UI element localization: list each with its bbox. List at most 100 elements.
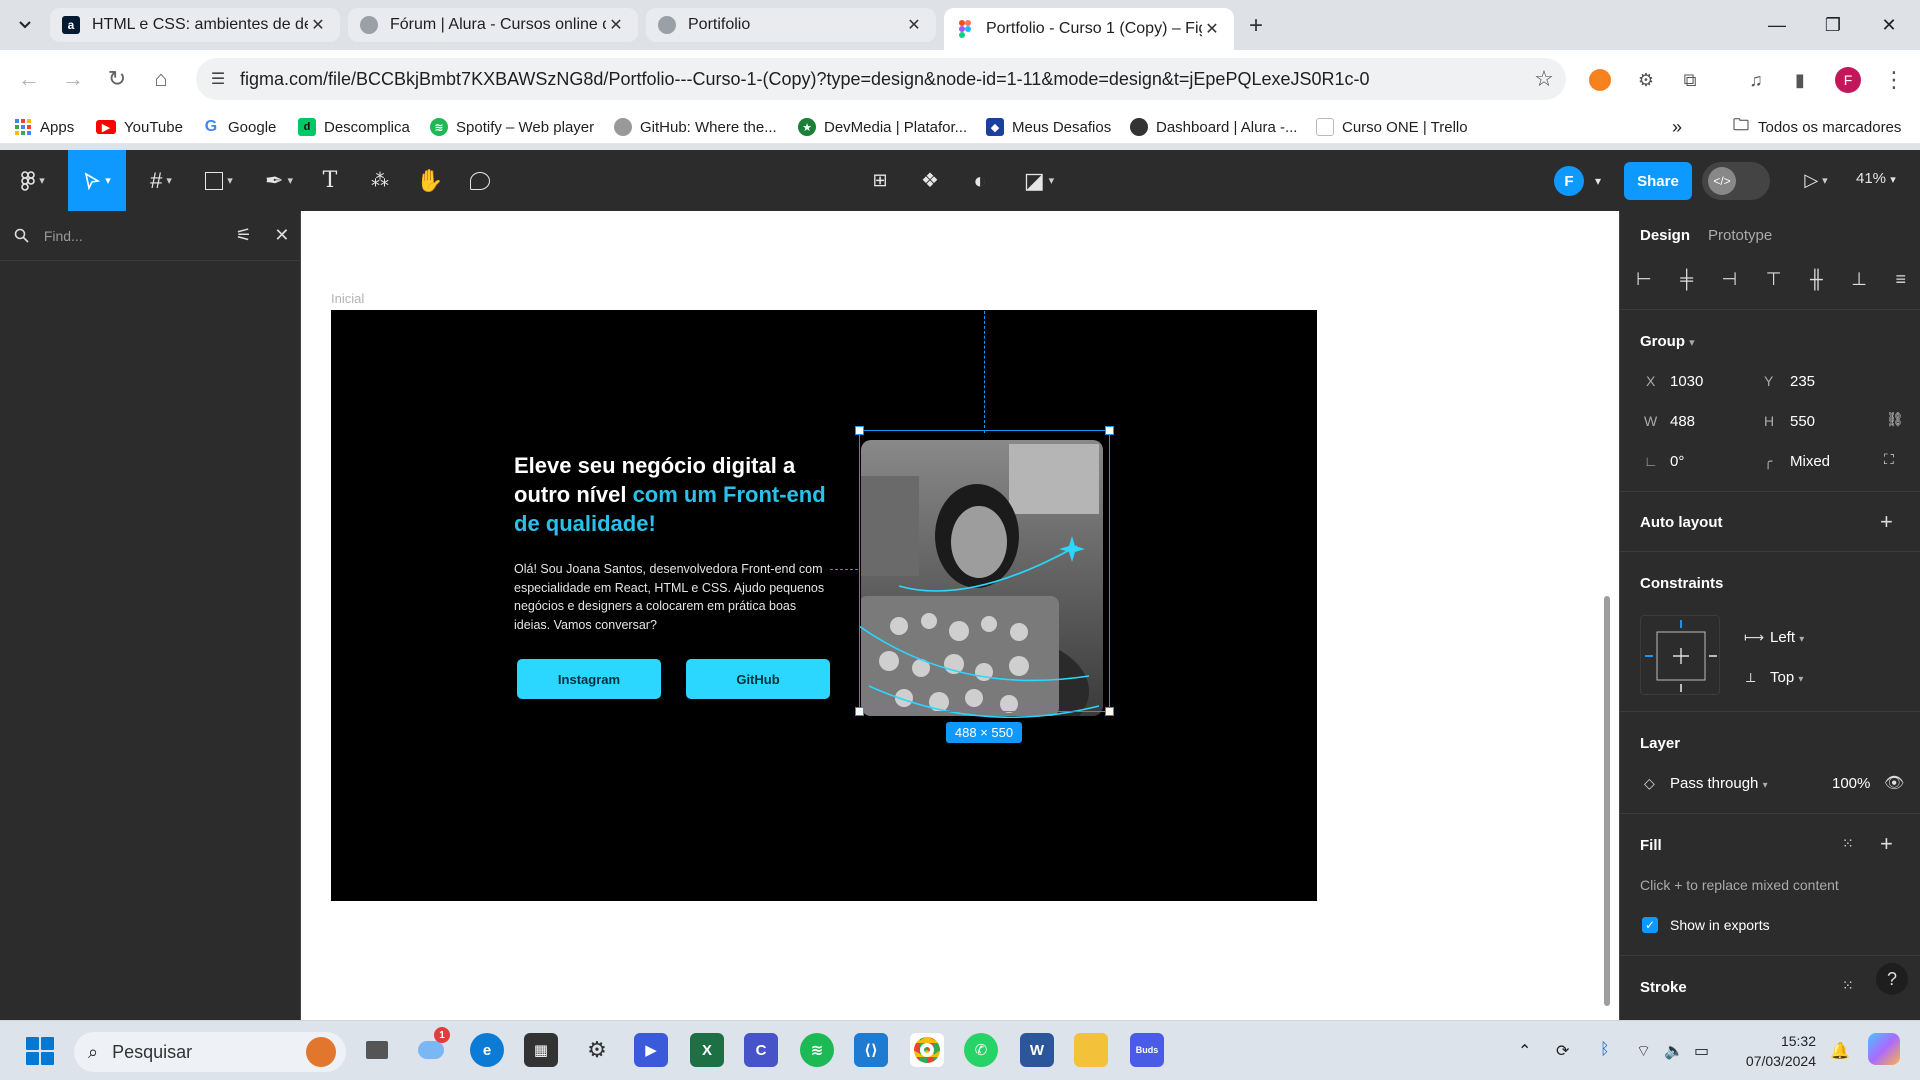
frame-tool-button[interactable]: # ▾ <box>138 150 184 211</box>
tab-search-button[interactable] <box>12 12 38 38</box>
bookmark-descomplica[interactable]: d Descomplica <box>298 116 410 138</box>
more-bookmarks-chevron-icon[interactable]: » <box>1672 116 1682 138</box>
reload-button[interactable]: ↻ <box>102 64 132 94</box>
wifi-icon[interactable]: ⌔ <box>1636 1041 1651 1061</box>
tab-forum-alura[interactable]: Fórum | Alura - Cursos online d ✕ <box>348 8 638 42</box>
collaborator-avatar[interactable]: F <box>1554 166 1584 196</box>
tab-alura-html[interactable]: a HTML e CSS: ambientes de des ✕ <box>50 8 340 42</box>
whatsapp-icon[interactable]: ✆ <box>964 1033 998 1067</box>
taskbar-search[interactable]: ⌕ Pesquisar <box>74 1032 346 1072</box>
copilot-icon[interactable]: ▶ <box>634 1033 668 1067</box>
boolean-ops-button[interactable]: ◪ ▾ <box>1014 150 1064 211</box>
align-right-icon[interactable]: ⊣ <box>1722 269 1738 290</box>
present-button[interactable]: ▷ ▾ <box>1796 150 1836 211</box>
tab-design[interactable]: Design <box>1640 227 1690 244</box>
settings-gear-icon[interactable]: ⚙ <box>580 1033 614 1067</box>
resources-button[interactable]: ⁂ <box>364 150 396 211</box>
hand-tool-button[interactable]: ✋ <box>414 150 446 211</box>
excel-icon[interactable]: X <box>690 1033 724 1067</box>
move-tool-button[interactable]: ▾ <box>68 150 126 211</box>
constrain-proportions-icon[interactable]: ⛓ <box>1886 411 1904 428</box>
resize-handle-bottom-right[interactable] <box>1105 707 1114 716</box>
notifications-bell-icon[interactable]: 🔔 <box>1830 1041 1850 1061</box>
bookmark-youtube[interactable]: ▶ YouTube <box>96 116 183 138</box>
group-section-title[interactable]: Group ▾ <box>1640 333 1695 350</box>
find-input[interactable] <box>43 227 225 244</box>
extension-gear-icon[interactable]: ⚙ <box>1632 66 1660 94</box>
dev-mode-toggle[interactable]: </> <box>1702 162 1770 200</box>
help-button[interactable]: ? <box>1876 963 1908 995</box>
resize-handle-top-right[interactable] <box>1105 426 1114 435</box>
text-tool-button[interactable]: T <box>314 150 346 211</box>
constraint-horizontal-select[interactable]: Left ▾ <box>1770 629 1804 646</box>
align-top-icon[interactable]: ⊤ <box>1766 269 1782 290</box>
close-icon[interactable]: ✕ <box>606 15 626 35</box>
close-icon[interactable]: ✕ <box>308 15 328 35</box>
store-icon[interactable]: ▦ <box>524 1033 558 1067</box>
independent-corners-icon[interactable]: ⛶ <box>1884 451 1894 468</box>
tab-figma-portfolio[interactable]: Portfolio - Curso 1 (Copy) – Fig ✕ <box>944 8 1234 50</box>
bookmark-dashboard-alura[interactable]: Dashboard | Alura -... <box>1130 116 1297 138</box>
design-canvas[interactable]: Inicial Eleve seu negócio digital a outr… <box>301 211 1619 1020</box>
vscode-icon[interactable]: ⟨⟩ <box>854 1033 888 1067</box>
close-window-button[interactable]: ✕ <box>1866 10 1912 40</box>
multiplayer-dropdown[interactable]: ▾ <box>1588 150 1608 211</box>
edge-icon[interactable]: e <box>470 1033 504 1067</box>
constraints-widget[interactable] <box>1640 615 1720 695</box>
word-icon[interactable]: W <box>1020 1033 1054 1067</box>
distribute-icon[interactable]: ≡ <box>1895 269 1906 290</box>
styles-grid-icon[interactable]: ⁙ <box>1842 835 1854 852</box>
media-controls-icon[interactable]: ♫ <box>1742 66 1770 94</box>
align-center-v-icon[interactable]: ╫ <box>1810 269 1823 290</box>
sync-icon[interactable]: ⟳ <box>1556 1041 1569 1061</box>
url-text[interactable]: figma.com/file/BCCBkjBmbt7KXBAWSzNG8d/Po… <box>240 69 1522 90</box>
weather-widget-icon[interactable]: 1 <box>414 1027 450 1067</box>
close-icon[interactable]: ✕ <box>1202 19 1222 39</box>
mask-button[interactable]: ◐ <box>964 150 996 211</box>
volume-icon[interactable]: 🔈 <box>1664 1041 1684 1061</box>
app-c-icon[interactable]: C <box>744 1033 778 1067</box>
close-icon[interactable]: ✕ <box>263 225 301 246</box>
address-bar[interactable]: ☰ figma.com/file/BCCBkjBmbt7KXBAWSzNG8d/… <box>196 58 1566 100</box>
add-fill-plus-icon[interactable]: + <box>1880 831 1893 857</box>
minimize-button[interactable]: — <box>1754 10 1800 40</box>
comment-tool-button[interactable] <box>464 150 496 211</box>
zoom-level[interactable]: 41% ▾ <box>1856 170 1896 187</box>
bookmark-spotify[interactable]: ≋ Spotify – Web player <box>430 116 594 138</box>
height-field[interactable]: 550 <box>1790 413 1815 430</box>
chrome-menu-icon[interactable]: ⋮ <box>1880 66 1908 94</box>
constraint-vertical-select[interactable]: Top ▾ <box>1770 669 1803 686</box>
copilot-color-icon[interactable] <box>1868 1033 1900 1065</box>
hero-headline[interactable]: Eleve seu negócio digital a outro nível … <box>514 451 854 538</box>
pen-tool-button[interactable]: ✒ ▾ <box>256 150 302 211</box>
all-bookmarks-folder[interactable]: 🗀 Todos os marcadores <box>1732 116 1901 138</box>
create-component-button[interactable]: ❖ <box>914 150 946 211</box>
bluetooth-icon[interactable]: ᛒ <box>1600 1041 1610 1059</box>
styles-grid-icon[interactable]: ⁙ <box>1842 977 1854 994</box>
x-field[interactable]: 1030 <box>1670 373 1703 390</box>
show-hidden-icons-chevron-icon[interactable]: ⌃ <box>1518 1041 1531 1061</box>
bookmark-github[interactable]: GitHub: Where the... <box>614 116 777 138</box>
shape-tool-button[interactable]: ▾ <box>196 150 242 211</box>
task-view-icon[interactable] <box>360 1033 394 1067</box>
hero-bio-text[interactable]: Olá! Sou Joana Santos, desenvolvedora Fr… <box>514 560 834 634</box>
home-button[interactable]: ⌂ <box>146 64 176 94</box>
component-grid-button[interactable]: ⊞ <box>864 150 896 211</box>
new-tab-button[interactable]: + <box>1240 10 1272 42</box>
blend-mode-select[interactable]: Pass through ▾ <box>1670 775 1768 792</box>
bookmark-trello[interactable]: Curso ONE | Trello <box>1316 116 1468 138</box>
align-bottom-icon[interactable]: ⊥ <box>1851 269 1867 290</box>
bookmark-google[interactable]: G Google <box>202 116 277 138</box>
forward-button[interactable]: → <box>58 64 88 94</box>
instagram-button[interactable]: Instagram <box>517 659 661 699</box>
battery-icon[interactable]: ▭ <box>1694 1041 1709 1061</box>
align-left-icon[interactable]: ⊢ <box>1636 269 1652 290</box>
extension-orange-icon[interactable] <box>1586 66 1614 94</box>
close-icon[interactable]: ✕ <box>904 15 924 35</box>
canvas-scrollbar[interactable] <box>1604 596 1610 1006</box>
bookmark-meus-desafios[interactable]: ◆ Meus Desafios <box>986 116 1111 138</box>
spotify-icon[interactable]: ≋ <box>800 1033 834 1067</box>
filter-sliders-icon[interactable]: ⚟ <box>225 225 263 246</box>
opacity-field[interactable]: 100% <box>1832 775 1870 792</box>
align-center-h-icon[interactable]: ╪ <box>1680 269 1693 290</box>
